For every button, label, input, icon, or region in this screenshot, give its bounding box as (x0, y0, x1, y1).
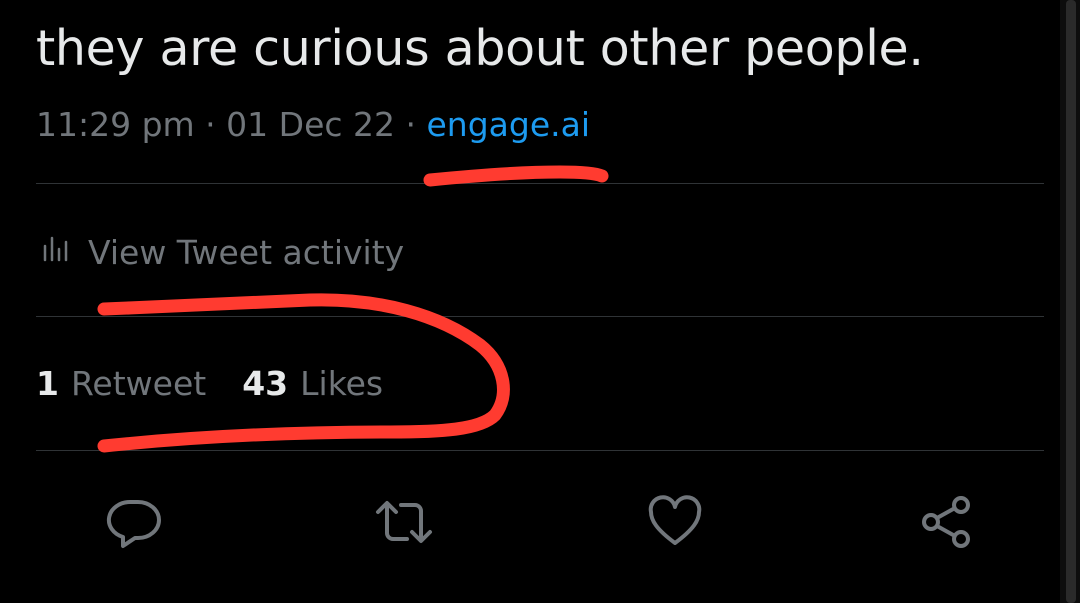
divider (36, 450, 1044, 451)
scrollbar[interactable] (1060, 0, 1080, 603)
underline-annotation (423, 165, 609, 187)
divider (36, 183, 1044, 184)
view-tweet-activity-label: View Tweet activity (88, 232, 405, 272)
tweet-source-link[interactable]: engage.ai (426, 105, 590, 144)
reply-button[interactable] (104, 494, 164, 554)
likes-count: 43 (242, 364, 289, 403)
retweet-icon (375, 493, 433, 555)
share-icon (917, 493, 975, 555)
like-button[interactable] (645, 494, 705, 554)
likes-label: Likes (300, 364, 384, 403)
heart-icon (646, 493, 704, 555)
divider (36, 316, 1044, 317)
retweets-stat[interactable]: 1 Retweet (36, 362, 206, 406)
likes-stat[interactable]: 43 Likes (242, 362, 383, 406)
tweet-date[interactable]: 01 Dec 22 (226, 105, 395, 144)
view-tweet-activity-button[interactable]: View Tweet activity (40, 230, 404, 274)
tweet-text: they are curious about other people. (36, 20, 924, 77)
reply-icon (105, 493, 163, 555)
share-button[interactable] (916, 494, 976, 554)
bar-chart-icon (40, 232, 72, 272)
tweet-meta: 11:29 pm · 01 Dec 22 · engage.ai (36, 104, 590, 146)
retweets-count: 1 (36, 364, 59, 403)
tweet-time[interactable]: 11:29 pm (36, 105, 195, 144)
meta-separator: · (395, 105, 427, 144)
retweets-label: Retweet (70, 364, 207, 403)
retweet-button[interactable] (374, 494, 434, 554)
meta-separator: · (194, 105, 227, 144)
scrollbar-thumb[interactable] (1066, 0, 1076, 603)
tweet-stats: 1 Retweet 43 Likes (36, 362, 383, 406)
